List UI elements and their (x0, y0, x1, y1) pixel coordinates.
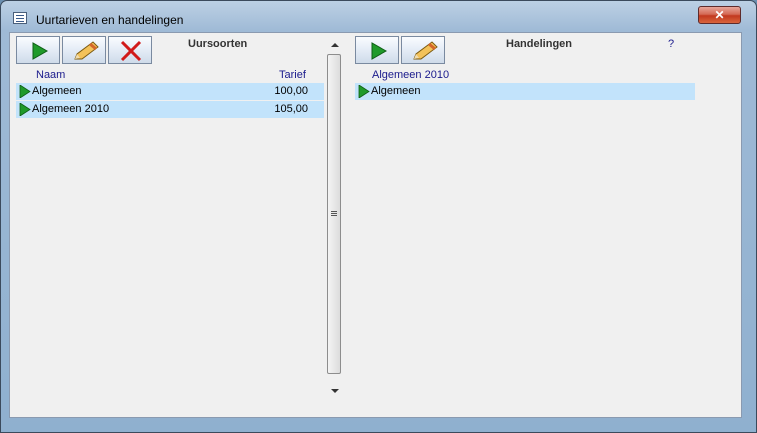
edit-button[interactable] (62, 36, 106, 64)
right-panel-title: Handelingen (506, 38, 573, 50)
play-icon (358, 85, 370, 98)
help-link[interactable]: ? (668, 38, 674, 50)
title-bar[interactable]: Uurtarieven en handelingen ✕ (1, 1, 756, 31)
column-header-naam[interactable]: Naam (36, 69, 65, 81)
row-name: Algemeen (32, 85, 82, 97)
left-panel-title: Uursoorten (188, 38, 248, 50)
dialog-window: Uurtarieven en handelingen ✕ Uursoorten … (0, 0, 757, 433)
list-item[interactable]: Algemeen 2010 105,00 (16, 101, 324, 118)
scroll-up-icon[interactable] (331, 43, 339, 47)
right-subheader: Algemeen 2010 (372, 69, 450, 81)
delete-x-icon (120, 40, 142, 62)
play-icon (19, 85, 31, 98)
play-icon (371, 42, 388, 60)
play-button[interactable] (355, 36, 399, 64)
column-header-tarief[interactable]: Tarief (279, 69, 306, 81)
edit-button[interactable] (401, 36, 445, 64)
app-icon (13, 12, 27, 24)
list-item[interactable]: Algemeen (355, 83, 695, 100)
client-area: Uursoorten Naam Tarief Algemeen 100,00 A… (9, 32, 742, 418)
play-button[interactable] (16, 36, 60, 64)
play-icon (32, 42, 49, 60)
row-name: Algemeen (371, 85, 421, 97)
scroll-down-icon[interactable] (331, 389, 339, 393)
row-tarief: 100,00 (274, 85, 308, 97)
pencil-icon (413, 41, 438, 60)
scroll-thumb[interactable] (327, 54, 341, 374)
row-tarief: 105,00 (274, 103, 308, 115)
vertical-scrollbar[interactable] (326, 37, 343, 395)
row-name: Algemeen 2010 (32, 103, 110, 115)
delete-button[interactable] (108, 36, 152, 64)
play-icon (19, 103, 31, 116)
grip-icon (331, 211, 337, 212)
pencil-icon (74, 41, 99, 60)
window-title: Uurtarieven en handelingen (36, 13, 184, 27)
close-button[interactable]: ✕ (698, 6, 741, 24)
list-item[interactable]: Algemeen 100,00 (16, 83, 324, 100)
